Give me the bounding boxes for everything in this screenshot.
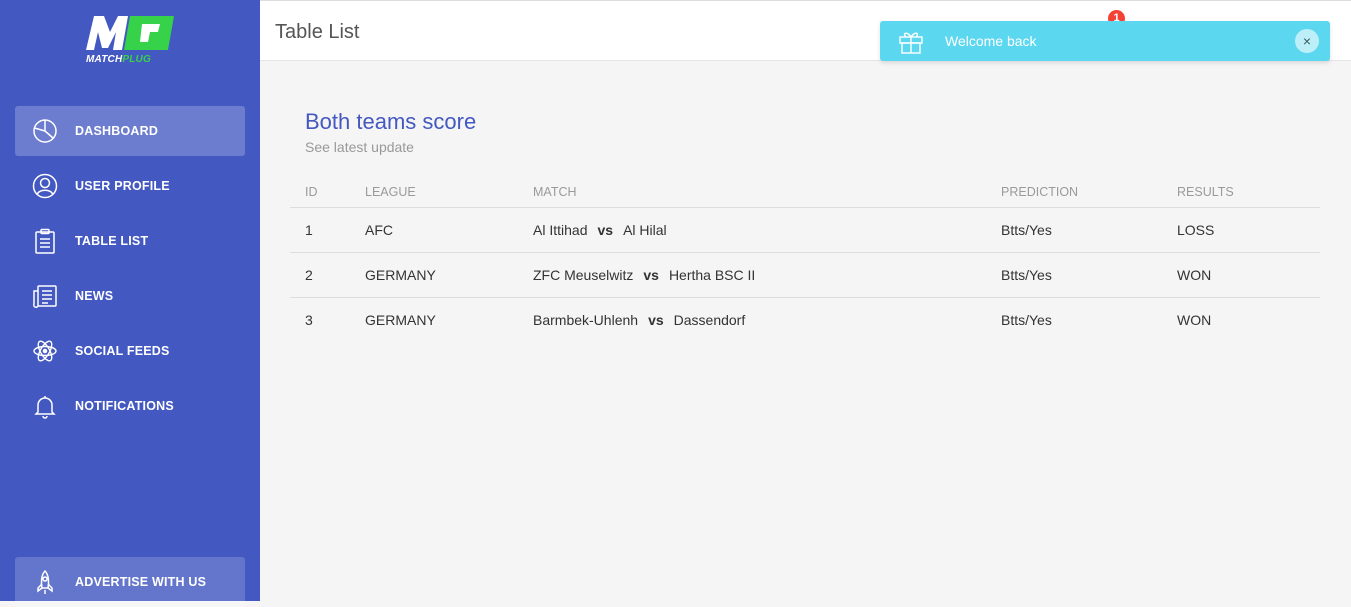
cell-prediction: Btts/Yes — [1001, 252, 1177, 298]
sidebar-item-user-profile[interactable]: USER PROFILE — [15, 161, 245, 211]
cell-result: WON — [1177, 312, 1212, 328]
sidebar-item-label: SOCIAL FEEDS — [75, 344, 170, 358]
sidebar-item-dashboard[interactable]: DASHBOARD — [15, 106, 245, 156]
atom-icon — [31, 337, 59, 365]
vs-label: vs — [648, 312, 664, 328]
sidebar: MATCHPLUG DASHBOARD USER PROFILE TABLE L… — [0, 0, 260, 607]
away-team: Al Hilal — [623, 222, 667, 238]
cell-match: Barmbek-Uhlenh vs Dassendorf — [533, 298, 1001, 343]
newspaper-icon — [31, 282, 59, 310]
sidebar-item-news[interactable]: NEWS — [15, 271, 245, 321]
cell-league: AFC — [365, 207, 533, 253]
cell-id: 1 — [290, 207, 365, 253]
home-team: ZFC Meuselwitz — [533, 267, 634, 283]
sidebar-item-social-feeds[interactable]: SOCIAL FEEDS — [15, 326, 245, 376]
card-title: Both teams score — [305, 109, 477, 134]
user-icon — [31, 172, 59, 200]
vs-label: vs — [597, 222, 614, 238]
pie-chart-icon — [31, 117, 59, 145]
table-row: 1 AFC Al Ittihad vs Al Hilal Btts/Yes LOSS — [290, 207, 1320, 253]
sidebar-item-table-list[interactable]: TABLE LIST — [15, 216, 245, 266]
card-subtitle: See latest update — [305, 139, 414, 155]
sidebar-item-label: TABLE LIST — [75, 234, 149, 248]
sidebar-item-advertise[interactable]: ADVERTISE WITH US — [15, 557, 245, 607]
home-team: Al Ittihad — [533, 222, 588, 238]
away-team: Hertha BSC II — [668, 267, 756, 283]
bell-icon — [31, 392, 59, 420]
sidebar-item-label: NEWS — [75, 289, 114, 303]
away-team: Dassendorf — [673, 312, 746, 328]
sidebar-item-label: USER PROFILE — [75, 179, 170, 193]
toast-close-button[interactable]: × — [1295, 29, 1319, 53]
sidebar-item-label: DASHBOARD — [75, 124, 159, 138]
cell-id: 3 — [305, 312, 313, 328]
cell-prediction: Btts/Yes — [1001, 207, 1177, 253]
cell-match: ZFC Meuselwitz vs Hertha BSC II — [533, 252, 1001, 298]
cell-match: Al Ittihad vs Al Hilal — [533, 207, 1001, 253]
cell-result: LOSS — [1177, 207, 1320, 253]
column-header-results: RESULTS — [1177, 177, 1320, 208]
column-header-match: MATCH — [533, 177, 1001, 208]
cell-league: GERMANY — [365, 312, 436, 328]
table-row: 3 GERMANY Barmbek-Uhlenh vs Dassendorf Btt… — [290, 298, 1320, 343]
clipboard-icon — [31, 227, 59, 255]
column-header-id: ID — [290, 177, 365, 208]
sidebar-item-label: NOTIFICATIONS — [75, 399, 174, 413]
table-row: 2 GERMANY ZFC Meuselwitz vs Hertha BSC II … — [290, 252, 1320, 298]
brand-wordmark: MATCHPLUG — [86, 54, 151, 65]
toast-message: Welcome back — [945, 33, 1037, 49]
home-team: Barmbek-Uhlenh — [533, 312, 639, 328]
cell-prediction: Btts/Yes — [1001, 312, 1052, 328]
cell-id: 2 — [290, 252, 365, 298]
table-header-row: ID LEAGUE MATCH PREDICTION RESULTS — [290, 177, 1320, 208]
cell-league: GERMANY — [365, 252, 533, 298]
column-header-prediction: PREDICTION — [1001, 177, 1177, 208]
predictions-table: ID LEAGUE MATCH PREDICTION RESULTS 1 AFC… — [290, 177, 1320, 342]
gift-icon — [897, 28, 925, 59]
welcome-toast: Welcome back × — [880, 21, 1330, 61]
cell-result: WON — [1177, 252, 1320, 298]
page-title: Table List — [275, 21, 360, 43]
sidebar-item-notifications[interactable]: NOTIFICATIONS — [15, 381, 245, 431]
rocket-icon — [31, 568, 59, 596]
sidebar-item-label: ADVERTISE WITH US — [75, 575, 207, 589]
column-header-league: LEAGUE — [365, 177, 533, 208]
vs-label: vs — [643, 267, 659, 283]
